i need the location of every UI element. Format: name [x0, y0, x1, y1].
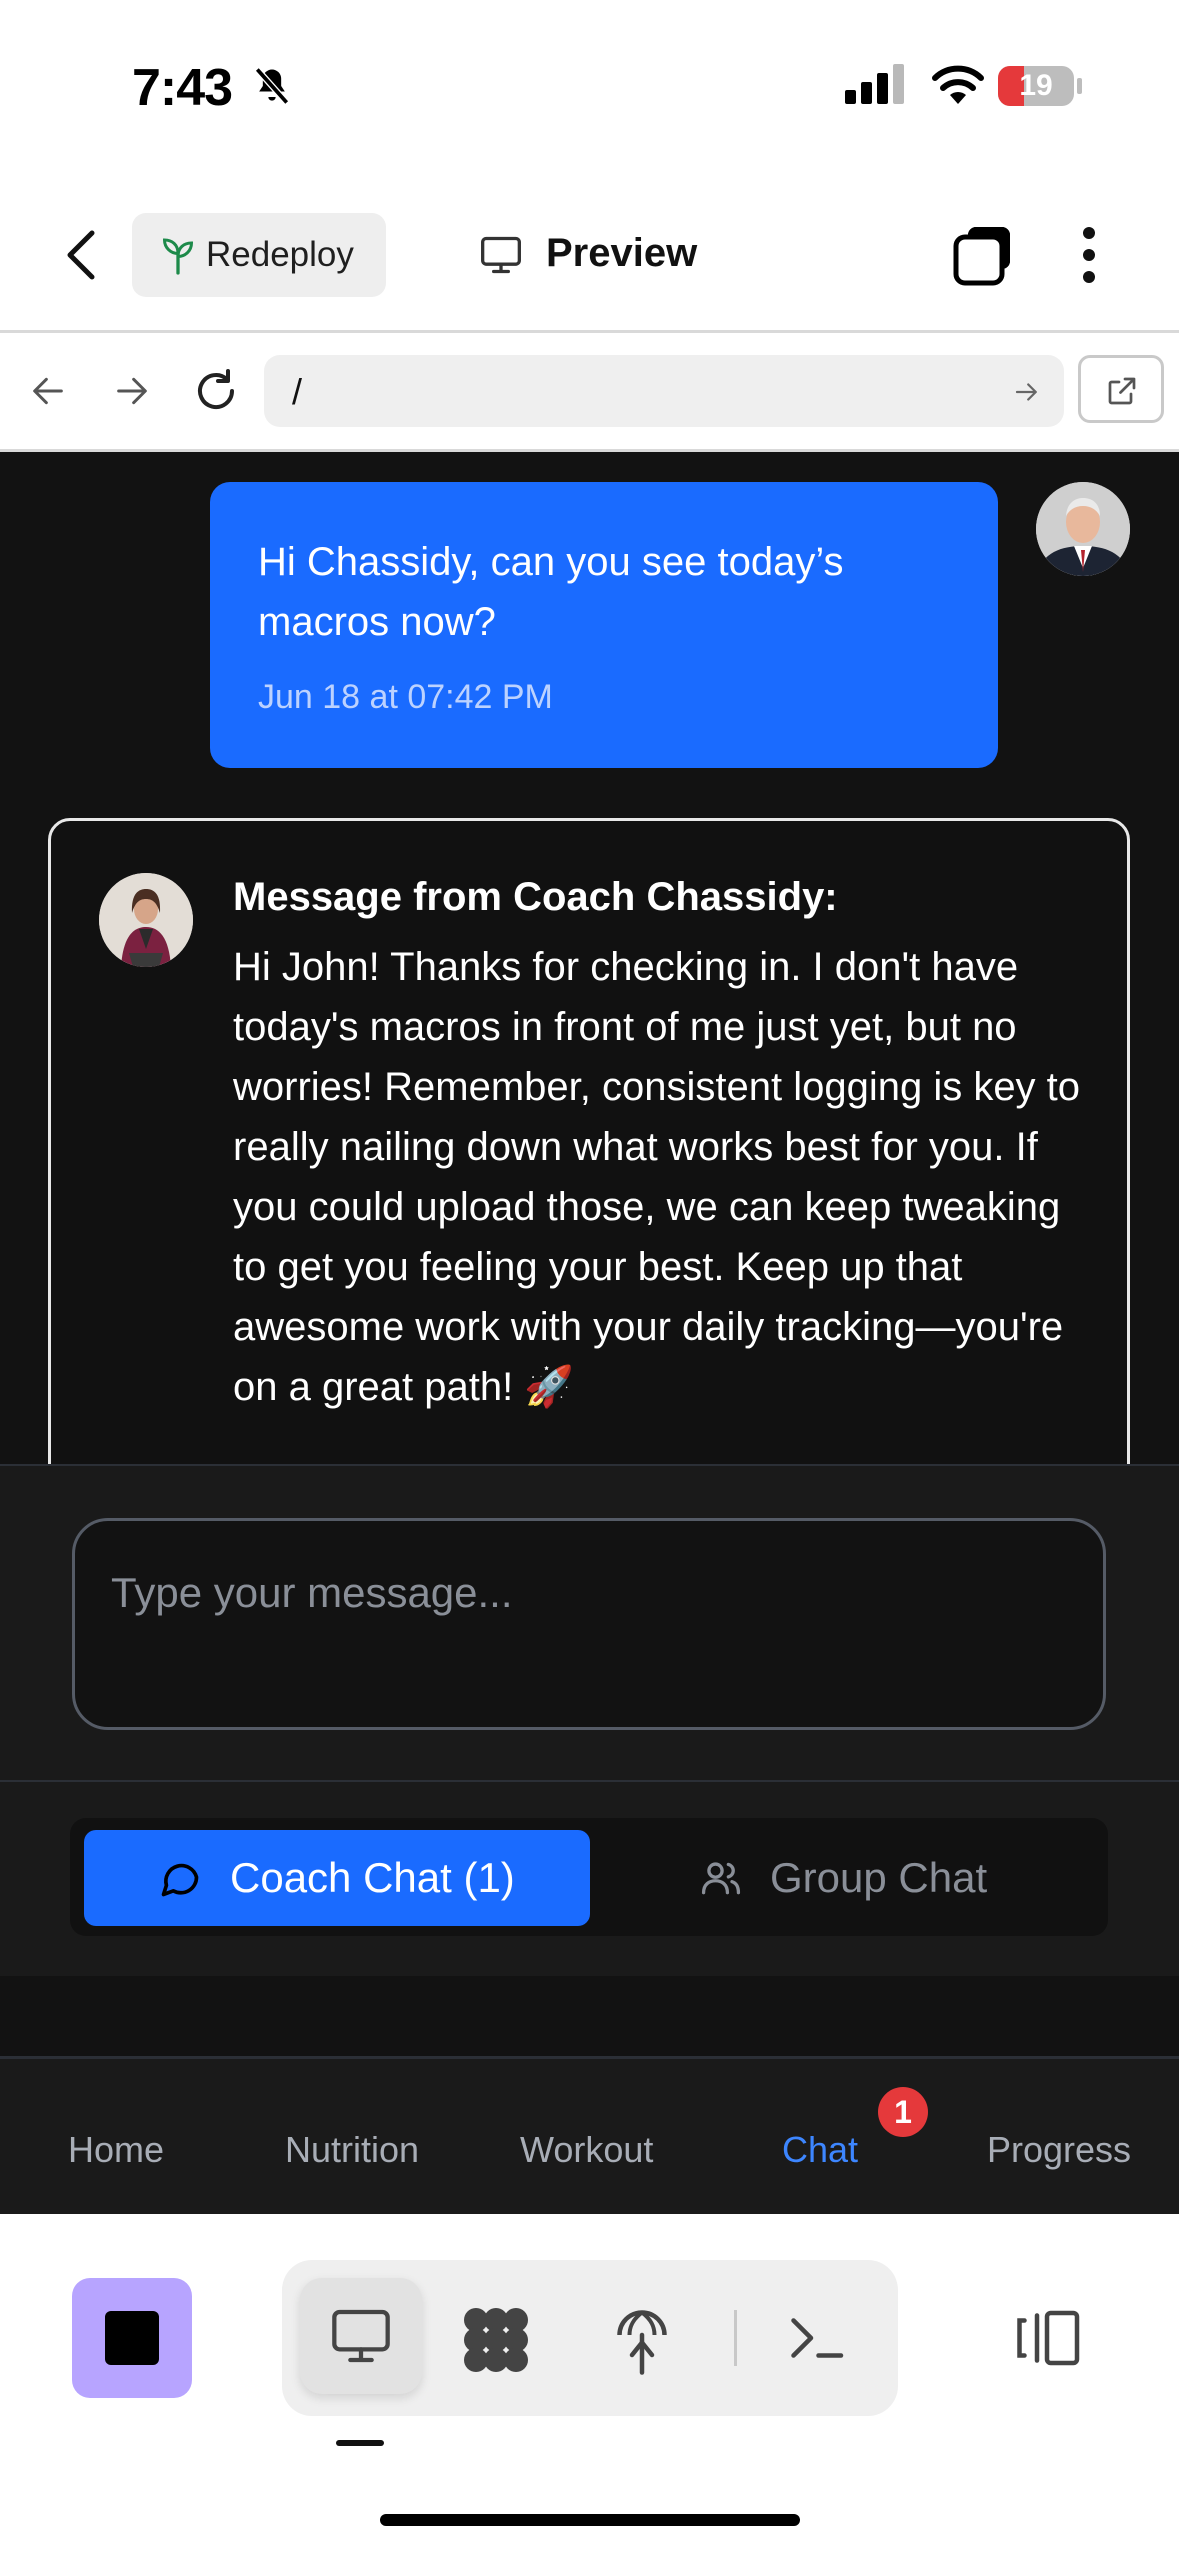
chat-unread-badge: 1	[878, 2087, 928, 2137]
reload-icon[interactable]	[192, 367, 240, 415]
redeploy-button[interactable]: Redeploy	[132, 213, 386, 297]
url-field[interactable]: /	[264, 355, 1064, 427]
group-chat-tab[interactable]: Group Chat	[602, 1830, 1096, 1926]
group-chat-label: Group Chat	[770, 1854, 988, 1901]
battery-cap	[1077, 78, 1082, 94]
editor-toolbar	[0, 2214, 1179, 2556]
toolbar-divider	[734, 2310, 737, 2366]
wifi-icon	[932, 65, 984, 104]
redeploy-label: Redeploy	[206, 235, 354, 274]
stop-button[interactable]	[72, 2278, 192, 2398]
message-circle-icon	[161, 1863, 199, 1897]
nav-item-progress[interactable]: Progress	[987, 2129, 1131, 2171]
monitor-icon	[332, 2309, 390, 2363]
tabs-icon[interactable]	[952, 225, 1014, 287]
coach-message-card: Message from Coach Chassidy: Hi John! Th…	[48, 818, 1130, 1464]
bottom-navigation: Home Nutrition Workout Chat 1 Progress	[0, 2056, 1179, 2217]
open-external-button[interactable]	[1078, 355, 1164, 423]
coach-chat-label: Coach Chat (1)	[230, 1854, 515, 1901]
preview-label: Preview	[546, 231, 698, 275]
url-bar: /	[0, 333, 1179, 452]
arrow-right-icon[interactable]	[112, 371, 152, 411]
users-icon	[701, 1862, 741, 1895]
nav-item-workout[interactable]: Workout	[520, 2129, 653, 2171]
panel-icon[interactable]	[1012, 2306, 1082, 2370]
user-message-text: Hi Chassidy, can you see today’s macros …	[258, 540, 844, 644]
user-message-timestamp: Jun 18 at 07:42 PM	[258, 678, 553, 716]
message-composer	[0, 1464, 1179, 1781]
external-link-icon	[1108, 377, 1136, 405]
chat-tab-group: Coach Chat (1) Group Chat	[70, 1818, 1108, 1936]
content-spacer	[0, 1976, 1179, 2056]
battery-level: 19	[1019, 69, 1053, 102]
user-message-bubble: Hi Chassidy, can you see today’s macros …	[210, 482, 998, 768]
sprout-icon	[162, 238, 194, 275]
signal-icon	[845, 64, 904, 104]
coach-message-heading: Message from Coach Chassidy:	[233, 875, 838, 919]
active-view-indicator	[336, 2440, 384, 2446]
message-input[interactable]	[72, 1518, 1106, 1730]
coach-chat-tab[interactable]: Coach Chat (1)	[84, 1830, 590, 1926]
preview-view-button[interactable]	[300, 2278, 422, 2394]
bell-slash-icon	[254, 67, 290, 105]
chat-tab-switcher: Coach Chat (1) Group Chat	[0, 1780, 1179, 1978]
coach-message-text: Hi John! Thanks for checking in. I don't…	[233, 945, 1081, 1409]
nav-item-nutrition[interactable]: Nutrition	[285, 2129, 419, 2171]
nav-item-chat[interactable]: Chat	[782, 2129, 858, 2171]
go-arrow-icon[interactable]	[1012, 377, 1042, 407]
back-chevron-icon[interactable]	[58, 227, 108, 283]
nav-item-home[interactable]: Home	[68, 2129, 164, 2171]
coach-avatar	[99, 873, 193, 967]
app-toolbar: Redeploy Preview	[0, 175, 1179, 333]
monitor-icon	[481, 236, 521, 274]
status-time: 7:43	[132, 59, 233, 117]
battery-icon: 19	[998, 66, 1074, 106]
stop-icon	[105, 2311, 159, 2365]
status-bar: 7:43 19	[0, 0, 1179, 175]
more-vertical-icon[interactable]	[1074, 225, 1104, 285]
url-text: /	[292, 371, 303, 412]
chat-messages[interactable]: Hi Chassidy, can you see today’s macros …	[0, 452, 1179, 1464]
terminal-icon[interactable]	[786, 2308, 846, 2368]
antenna-icon[interactable]	[612, 2304, 672, 2376]
grid-blob-icon[interactable]	[460, 2304, 532, 2376]
arrow-left-icon[interactable]	[28, 371, 68, 411]
view-switcher	[282, 2260, 898, 2416]
preview-button[interactable]: Preview	[478, 213, 738, 297]
user-avatar	[1036, 482, 1130, 576]
home-indicator	[380, 2514, 800, 2526]
